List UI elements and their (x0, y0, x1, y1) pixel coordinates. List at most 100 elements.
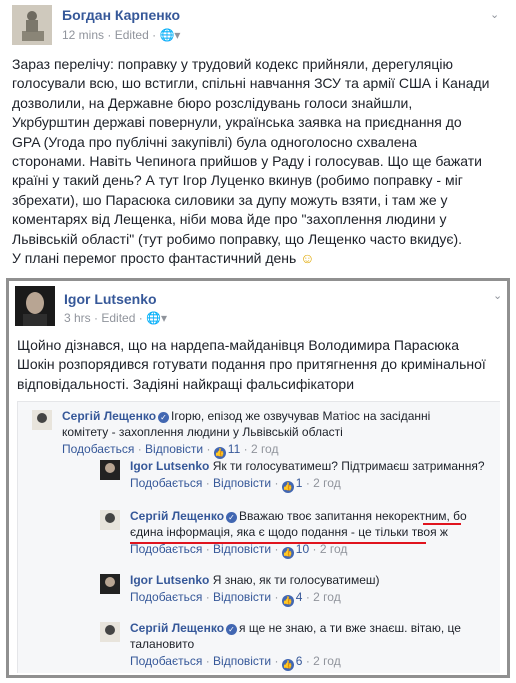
smile-emoji-icon: ☺ (296, 250, 315, 267)
comment-author[interactable]: Сергій Лещенко (130, 509, 224, 523)
post-options-chevron-icon[interactable]: ⌄ (490, 8, 499, 21)
globe-icon[interactable]: 🌐▾ (146, 311, 167, 325)
comment-text: Сергій Лещенко ✓ я ще не знаю, а ти вже зн… (130, 620, 488, 652)
comment-time[interactable]: 2 год (320, 542, 348, 556)
separator: · (271, 654, 282, 668)
comment-like-link[interactable]: Подобається (130, 654, 202, 668)
post-body-line: Львівській області" (тут робимо поправку… (12, 230, 463, 247)
verified-badge-icon: ✓ (226, 624, 238, 635)
thumbs-up-icon: 👍 (281, 595, 294, 607)
post-body-line: Зараз перелічу: поправку у трудовий коде… (12, 56, 453, 72)
comment-body: Як ти голосуватимеш? Підтримаєш затриман… (212, 459, 485, 473)
comment-body: Вважаю твоє запитання некоректним, бо (239, 509, 467, 523)
comment-avatar[interactable] (100, 460, 120, 480)
separator: · (271, 542, 282, 556)
separator: · (302, 476, 314, 490)
verified-badge-icon: ✓ (226, 512, 238, 523)
comment-time[interactable]: 2 год (313, 654, 341, 668)
post-body-line: країні у такий день? А тут Ігор Луценко … (12, 172, 463, 189)
comment-like-count[interactable]: 11 (228, 442, 240, 456)
separator: · (202, 590, 214, 604)
comment-author[interactable]: Сергій Лещенко (130, 621, 224, 635)
comment-line: Igor Lutsenko Як ти голосуватимеш? Підтр… (130, 458, 488, 474)
comment-line: єдина інформація, яка є щодо подання - ц… (130, 524, 488, 540)
comment-actions: Подобається · Відповісти · 👍 1 · 2 год (130, 476, 341, 493)
comment-avatar[interactable] (100, 574, 120, 594)
comment-line: Сергій Лещенко ✓ Вважаю твоє запитання нек… (130, 508, 488, 524)
comment-avatar[interactable] (100, 510, 120, 530)
portrait-avatar-image (15, 286, 55, 326)
comment-text: Igor Lutsenko Як ти голосуватимеш? Підтр… (130, 458, 488, 474)
separator: · (302, 654, 314, 668)
shared-edited[interactable]: Edited (101, 311, 135, 325)
separator: · (134, 442, 146, 456)
post-author[interactable]: Богдан Карпенко (62, 7, 180, 23)
comment-actions: Подобається · Відповісти · 👍 11 · 2 год (62, 442, 278, 459)
comment-like-link[interactable]: Подобається (130, 542, 202, 556)
comment-like-link[interactable]: Подобається (130, 590, 202, 604)
comment-body: Я знаю, як ти голосуватимеш) (212, 573, 380, 587)
comment-actions: Подобається · Відповісти · 👍 4 · 2 год (130, 590, 341, 607)
comment-time[interactable]: 2 год (313, 590, 341, 604)
separator: · (240, 442, 251, 456)
post-body: Зараз перелічу: поправку у трудовий коде… (12, 55, 508, 268)
separator: · (202, 654, 214, 668)
comment-body: єдина інформація, яка є щодо подання - ц… (130, 525, 448, 539)
author-avatar[interactable] (15, 286, 55, 326)
comment-actions: Подобається · Відповісти · 👍 10 · 2 год (130, 542, 347, 559)
shared-time[interactable]: 3 hrs (64, 311, 91, 325)
shared-options-chevron-icon[interactable]: ⌄ (493, 289, 502, 302)
comment-reply-link[interactable]: Відповісти (145, 442, 203, 456)
shared-body-line: Шокін розпорядився готувати подання про … (17, 356, 486, 373)
shared-post: Igor Lutsenko 3 hrs · Edited · 🌐▾ ⌄ Щойн… (6, 278, 510, 678)
comment-author[interactable]: Сергій Лещенко (62, 409, 156, 423)
comment-reply-link[interactable]: Відповісти (213, 542, 271, 556)
separator: · (309, 542, 320, 556)
comment-body: Ігорю, епізод же озвучував Матіос на зас… (171, 409, 431, 423)
post-body-line: Укрбурштин державі повернули, українська… (12, 114, 462, 131)
shared-body-line: відповідальності. Задіяні найкращі фальс… (17, 375, 355, 392)
comment-body: комітету - захоплення людини у Львівські… (62, 425, 343, 439)
separator: · (202, 542, 214, 556)
shared-body-line: Щойно дізнався, що на нардепа-майданівця… (17, 337, 460, 353)
thumbs-up-icon: 👍 (281, 547, 294, 559)
shared-body: Щойно дізнався, що на нардепа-майданівця… (17, 336, 505, 394)
separator: · (271, 476, 282, 490)
comment-text: Сергій Лещенко ✓ Ігорю, епізод же озвучува… (62, 408, 488, 440)
comment-like-link[interactable]: Подобається (62, 442, 134, 456)
comment-reply-link[interactable]: Відповісти (213, 590, 271, 604)
comment-like-link[interactable]: Подобається (130, 476, 202, 490)
comment-author[interactable]: Igor Lutsenko (130, 573, 209, 587)
post-body-line: У плані перемог просто фантастичний день… (12, 250, 315, 267)
comments-section: Сергій Лещенко ✓ Ігорю, епізод же озвучува… (17, 401, 500, 673)
comment-author[interactable]: Igor Lutsenko (130, 459, 209, 473)
comment-avatar[interactable] (32, 410, 52, 430)
globe-icon[interactable]: 🌐▾ (159, 28, 180, 42)
highlight-underline (423, 523, 461, 525)
shared-author[interactable]: Igor Lutsenko (64, 291, 157, 307)
separator: · (202, 476, 214, 490)
comment-body: талановито (130, 637, 195, 651)
author-avatar[interactable] (12, 5, 52, 45)
post-body-line: дозволили, на Державне бюро розслідувань… (12, 94, 413, 111)
post-body-line: GPA (Угода про публічні закупівлі) була … (12, 133, 418, 150)
comment-time[interactable]: 2 год (251, 442, 279, 456)
comment-avatar[interactable] (100, 622, 120, 642)
post-body-line: сторонами. Навіть Чепинога прийшов у Рад… (12, 153, 482, 170)
comment-reply-link[interactable]: Відповісти (213, 476, 271, 490)
comment-reply-link[interactable]: Відповісти (213, 654, 271, 668)
shared-meta: 3 hrs · Edited · 🌐▾ (64, 311, 168, 325)
thumbs-up-icon: 👍 (281, 659, 294, 671)
separator: · (203, 442, 214, 456)
comment-actions: Подобається · Відповісти · 👍 6 · 2 год (130, 654, 341, 671)
post-time[interactable]: 12 mins (62, 28, 104, 42)
post-meta: 12 mins · Edited · 🌐▾ (62, 28, 181, 42)
separator: · (302, 590, 314, 604)
comment-like-count[interactable]: 10 (296, 542, 309, 556)
verified-badge-icon: ✓ (158, 412, 170, 423)
post-edited[interactable]: Edited (115, 28, 149, 42)
comment-time[interactable]: 2 год (313, 476, 341, 490)
separator: · (271, 590, 282, 604)
post-body-line: голосували всю, шо встигли, спільні навч… (12, 75, 490, 92)
comment-text: Igor Lutsenko Я знаю, як ти голосуватиме… (130, 572, 488, 588)
